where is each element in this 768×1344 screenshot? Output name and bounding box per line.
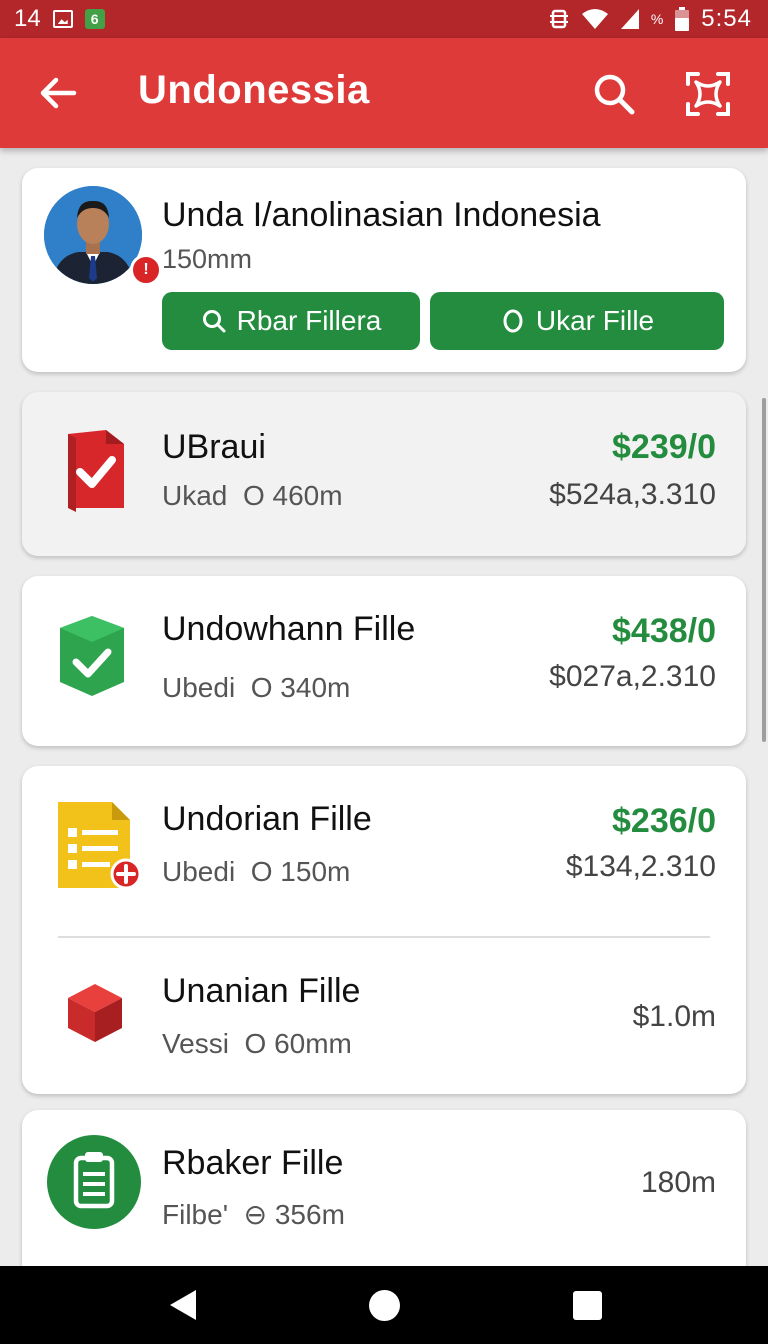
file-button-label: Ukar Fille <box>535 305 655 336</box>
circle-icon <box>503 309 523 333</box>
status-time: 5:54 <box>701 5 752 32</box>
battery-icon <box>675 7 690 31</box>
file-meta-label: Ukad <box>162 480 228 511</box>
file-meta-value: 340m <box>280 672 351 703</box>
file-card[interactable]: UBraui Ukad O 460m $239/0 $524a,3.310 <box>22 392 746 556</box>
app-bar: Undonessia <box>0 38 768 148</box>
signal-icon <box>620 9 639 29</box>
file-meta: Ubedi O 340m <box>162 672 350 704</box>
system-nav-bar <box>0 1266 768 1344</box>
back-arrow-icon[interactable] <box>34 69 82 117</box>
file-meta-value: 60mm <box>274 1028 352 1059</box>
status-notification-count: 14 <box>14 5 41 32</box>
circle-separator-icon: O <box>242 480 265 511</box>
file-meta-label: Vessi <box>162 1028 229 1059</box>
file-title: Rbaker Fille <box>162 1144 344 1182</box>
scrollbar[interactable] <box>762 398 766 742</box>
home-circle-icon[interactable] <box>369 1290 400 1321</box>
minus-circle-separator-icon: ⊖ <box>243 1199 268 1230</box>
battery-percent-text: % <box>650 11 664 27</box>
file-meta: Vessi O 60mm <box>162 1028 352 1060</box>
file-title: UBraui <box>162 428 266 466</box>
file-meta-value: 460m <box>272 480 343 511</box>
app-notification-badge: 6 <box>84 9 105 29</box>
file-amount: $1.0m <box>632 1000 716 1033</box>
page-title: Undonessia <box>138 68 370 112</box>
settings-status-icon <box>549 9 568 29</box>
yellow-list-document-icon <box>58 802 142 890</box>
file-group-card: Undorian Fille Ubedi O 150m $236/0 $134,… <box>22 766 746 1094</box>
filter-button-label: Rbar Fillera <box>236 305 382 336</box>
person-avatar-icon <box>44 186 142 284</box>
file-price: $438/0 <box>612 612 716 650</box>
wifi-icon <box>581 9 608 29</box>
circle-separator-icon: O <box>250 672 273 703</box>
status-bar: 14 6 % 5:54 <box>0 0 768 38</box>
file-price: $239/0 <box>612 428 716 466</box>
back-triangle-icon[interactable] <box>168 1288 198 1322</box>
recents-square-icon[interactable] <box>573 1291 602 1320</box>
file-title: Undowhann Fille <box>162 610 416 648</box>
green-check-shield-icon <box>60 616 124 696</box>
file-amount: $134,2.310 <box>565 850 716 883</box>
file-meta: Filbe' ⊖ 356m <box>162 1198 345 1231</box>
red-check-document-icon <box>68 430 124 512</box>
profile-subtitle: 150mm <box>162 244 253 274</box>
circle-separator-icon: O <box>250 856 273 887</box>
image-notification-icon <box>52 10 73 28</box>
green-clipboard-icon <box>47 1135 141 1229</box>
file-meta: Ubedi O 150m <box>162 856 350 888</box>
file-meta-label: Ubedi <box>162 672 236 703</box>
file-amount: $524a,3.310 <box>549 478 716 511</box>
profile-name: Unda I/anolinasian Indonesia <box>162 196 601 234</box>
file-card[interactable]: Rbaker Fille Filbe' ⊖ 356m 180m <box>22 1110 746 1290</box>
file-price: $236/0 <box>612 802 716 840</box>
file-meta-value: 150m <box>280 856 351 887</box>
search-icon <box>202 310 226 333</box>
file-meta-label: Ubedi <box>162 856 236 887</box>
file-card[interactable]: Undowhann Fille Ubedi O 340m $438/0 $027… <box>22 576 746 746</box>
file-title: Undorian Fille <box>162 800 372 838</box>
filter-button[interactable]: Rbar Fillera <box>162 292 420 350</box>
file-button[interactable]: Ukar Fille <box>430 292 724 350</box>
avatar[interactable] <box>44 186 142 284</box>
avatar-alert-badge: ! <box>130 254 162 286</box>
file-amount: 180m <box>640 1166 716 1199</box>
file-meta-label: Filbe' <box>162 1199 229 1230</box>
divider <box>58 936 710 938</box>
profile-card[interactable]: ! Unda I/anolinasian Indonesia 150mm Rba… <box>22 168 746 372</box>
file-meta: Ukad O 460m <box>162 480 343 512</box>
red-box-icon <box>68 984 122 1042</box>
scan-icon[interactable] <box>682 68 734 120</box>
file-meta-value: 356m <box>274 1199 345 1230</box>
search-icon[interactable] <box>590 70 638 118</box>
file-amount: $027a,2.310 <box>549 660 716 693</box>
circle-separator-icon: O <box>244 1028 267 1059</box>
file-title: Unanian Fille <box>162 972 361 1010</box>
